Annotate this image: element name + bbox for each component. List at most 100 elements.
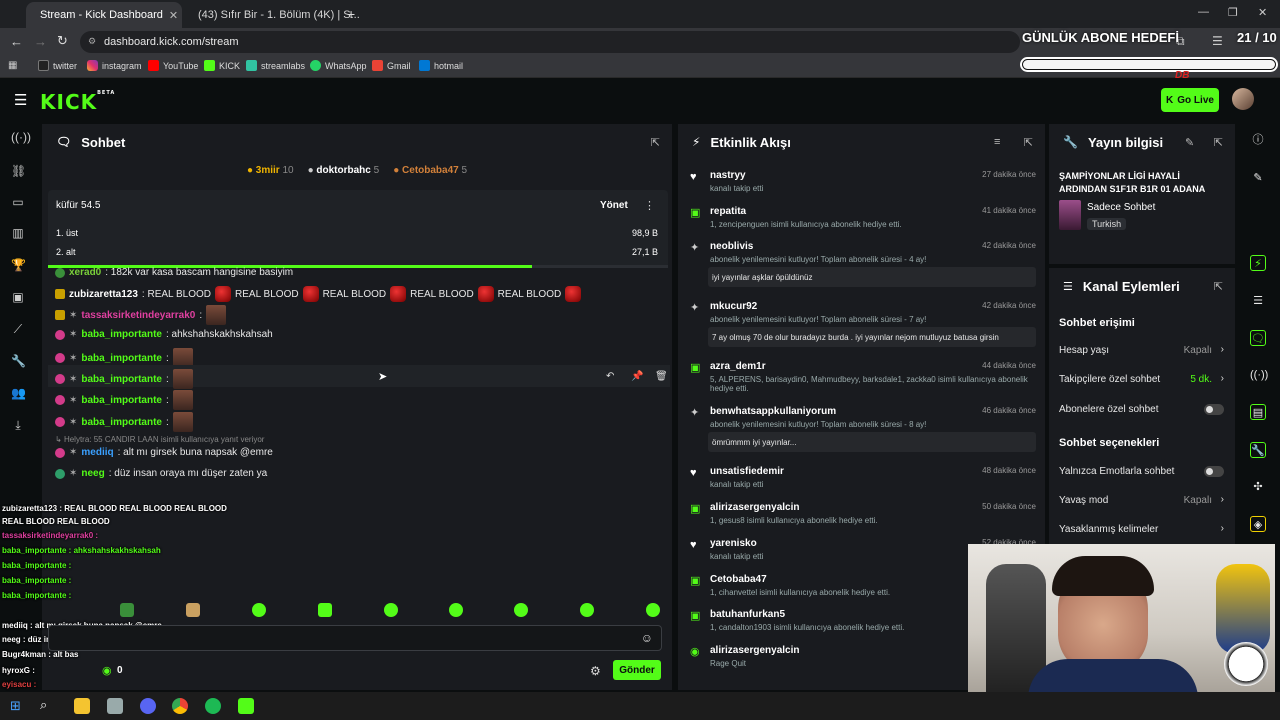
followers-only-row[interactable]: Takipçilere özel sohbet 5 dk. › — [1059, 373, 1224, 385]
filter-icon[interactable]: ≡ — [994, 136, 1000, 148]
popout-icon[interactable]: ⇱ — [1214, 280, 1223, 293]
broadcast-icon[interactable]: ((·)) — [11, 130, 31, 144]
slow-mode-row[interactable]: Yavaş mod Kapalı › — [1059, 494, 1224, 506]
analytics-icon[interactable]: ⟋ — [11, 322, 25, 336]
pin-icon[interactable]: 📌 — [631, 371, 643, 382]
bookmark-gmail[interactable]: Gmail — [372, 60, 411, 71]
avatar[interactable] — [1232, 88, 1254, 110]
download-icon[interactable]: ⤓ — [11, 418, 25, 432]
emote-button[interactable] — [449, 603, 463, 617]
chrome-icon[interactable] — [172, 698, 188, 714]
bookmark-kick[interactable]: KICK — [204, 60, 240, 71]
menu-icon[interactable]: ☰ — [1212, 34, 1223, 48]
gifter-1[interactable]: ● 3miir 10 — [247, 165, 294, 176]
close-window-icon[interactable]: ✕ — [1258, 6, 1267, 19]
bookmark-instagram[interactable]: instagram — [87, 60, 142, 71]
send-button[interactable]: Gönder — [613, 660, 661, 680]
event-user[interactable]: benwhatsappkullaniyorum — [710, 406, 836, 417]
pencil-icon[interactable]: ✎ — [1250, 170, 1266, 186]
list-icon[interactable]: ☰ — [1250, 293, 1266, 309]
popout-icon[interactable]: ⇱ — [1214, 136, 1223, 149]
kick-app-icon[interactable] — [238, 698, 254, 714]
banned-words-row[interactable]: Yasaklanmış kelimeler › — [1059, 523, 1224, 535]
users-icon[interactable]: 👥 — [11, 386, 26, 400]
bookmark-twitter[interactable]: twitter — [38, 60, 77, 71]
gifter-2[interactable]: ● doktorbahc 5 — [308, 165, 380, 176]
video-icon[interactable]: ▣ — [11, 290, 25, 304]
emote-button[interactable] — [514, 603, 528, 617]
forward-icon[interactable]: → — [34, 34, 47, 49]
edit-icon[interactable]: ✎ — [1185, 136, 1194, 149]
app-icon[interactable] — [107, 698, 123, 714]
bookmark-hotmail[interactable]: hotmail — [419, 60, 463, 71]
event-user[interactable]: neoblivis — [710, 241, 753, 252]
new-tab-icon[interactable]: + — [347, 6, 355, 22]
windows-start-icon[interactable]: ⊞ — [10, 698, 21, 714]
event-user[interactable]: batuhanfurkan5 — [710, 609, 785, 620]
event-user[interactable]: Cetobaba47 — [710, 574, 767, 585]
url-field[interactable]: ⚙ dashboard.kick.com/stream — [80, 31, 1020, 53]
bookmark-streamlabs[interactable]: streamlabs — [246, 60, 305, 71]
reply-icon[interactable]: ↶ — [606, 371, 614, 382]
emote-button[interactable] — [580, 603, 594, 617]
chat-input[interactable]: ☺ — [48, 625, 662, 651]
emote-button[interactable] — [186, 603, 200, 617]
minimize-icon[interactable]: — — [1198, 6, 1209, 18]
window-icon[interactable]: ▭ — [11, 195, 25, 209]
tab-youtube[interactable]: (43) Sıfır Bir - 1. Bölüm (4K) | S... ✕ — [184, 2, 360, 28]
manage-button[interactable]: Yönet — [600, 200, 628, 211]
more-options-icon[interactable]: ⋮ — [644, 199, 655, 212]
chat-icon[interactable]: 🗨 — [1250, 330, 1266, 346]
search-icon[interactable]: ⌕ — [40, 697, 47, 713]
kick-logo[interactable]: KICKBETA — [40, 90, 115, 114]
spotify-icon[interactable] — [205, 698, 221, 714]
maximize-icon[interactable]: ❐ — [1228, 6, 1238, 19]
event-user[interactable]: azra_dem1r — [710, 361, 766, 372]
tab-kick-dashboard[interactable]: Stream - Kick Dashboard ✕ — [26, 2, 182, 28]
moderation-icon[interactable]: ◈ — [1250, 516, 1266, 532]
emoji-icon[interactable]: ☺ — [641, 631, 653, 645]
subscribers-only-toggle[interactable] — [1204, 404, 1224, 415]
file-explorer-icon[interactable] — [74, 698, 90, 714]
emote-button[interactable] — [318, 603, 332, 617]
event-user[interactable]: nastryy — [710, 170, 746, 181]
apps-grid-icon[interactable]: ▦ — [8, 60, 17, 71]
account-age-row[interactable]: Hesap yaşı Kapalı › — [1059, 344, 1224, 356]
emote-button[interactable] — [252, 603, 266, 617]
emote-button[interactable] — [646, 603, 660, 617]
event-user[interactable]: yarenisko — [710, 538, 757, 549]
layout-icon[interactable]: ▤ — [1250, 404, 1266, 420]
discord-icon[interactable] — [140, 698, 156, 714]
chart-icon[interactable]: ▥ — [11, 226, 25, 240]
hamburger-menu-icon[interactable]: ☰ — [14, 91, 27, 109]
bookmark-youtube[interactable]: YouTube — [148, 60, 198, 71]
event-user[interactable]: repatita — [710, 206, 746, 217]
emotes-only-toggle[interactable] — [1204, 466, 1224, 477]
apps-icon[interactable]: ✣ — [1250, 479, 1266, 495]
reload-icon[interactable]: ↻ — [57, 33, 68, 49]
broadcast-icon[interactable]: ((·)) — [1250, 367, 1268, 383]
delete-icon[interactable]: 🗑 — [655, 371, 668, 382]
close-icon[interactable]: ✕ — [169, 9, 178, 22]
bookmark-whatsapp[interactable]: WhatsApp — [310, 60, 367, 71]
emote-button[interactable] — [120, 603, 134, 617]
info-icon[interactable]: ⓘ — [1250, 132, 1266, 148]
event-user[interactable]: alirizasergenyalcin — [710, 645, 800, 656]
wrench-icon[interactable]: 🔧 — [11, 354, 26, 368]
back-icon[interactable]: ← — [10, 34, 23, 49]
link-icon[interactable]: ⛓ — [11, 164, 26, 178]
popout-icon[interactable]: ⇱ — [651, 136, 660, 149]
go-live-button[interactable]: K Go Live — [1161, 88, 1219, 112]
trophy-icon[interactable]: 🏆 — [11, 258, 26, 272]
chat-message[interactable]: ✶ baba_importante: — [55, 369, 193, 389]
event-user[interactable]: unsatisfiedemir — [710, 466, 784, 477]
wrench-icon[interactable]: 🔧 — [1250, 442, 1266, 458]
lightning-icon[interactable]: ⚡ — [1250, 255, 1266, 271]
site-info-icon[interactable]: ⚙ — [88, 36, 96, 47]
event-user[interactable]: mkucur92 — [710, 301, 757, 312]
popout-icon[interactable]: ⇱ — [1024, 136, 1033, 149]
event-user[interactable]: alirizasergenyalcin — [710, 502, 800, 513]
gifter-3[interactable]: ● Cetobaba47 5 — [393, 165, 467, 176]
chat-settings-icon[interactable]: ⚙ — [590, 664, 601, 678]
emote-button[interactable] — [384, 603, 398, 617]
